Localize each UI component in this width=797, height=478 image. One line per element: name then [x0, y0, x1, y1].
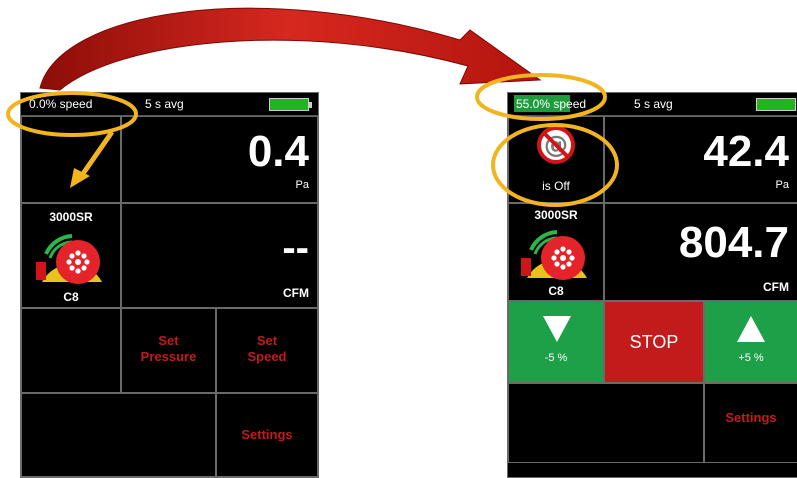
pointer-arrow-line — [77, 130, 115, 180]
highlight-overlay — [6, 73, 619, 207]
highlight-circle — [6, 91, 138, 137]
speed-readout: 55.0% speed — [516, 97, 587, 111]
highlight-circle — [491, 123, 619, 207]
